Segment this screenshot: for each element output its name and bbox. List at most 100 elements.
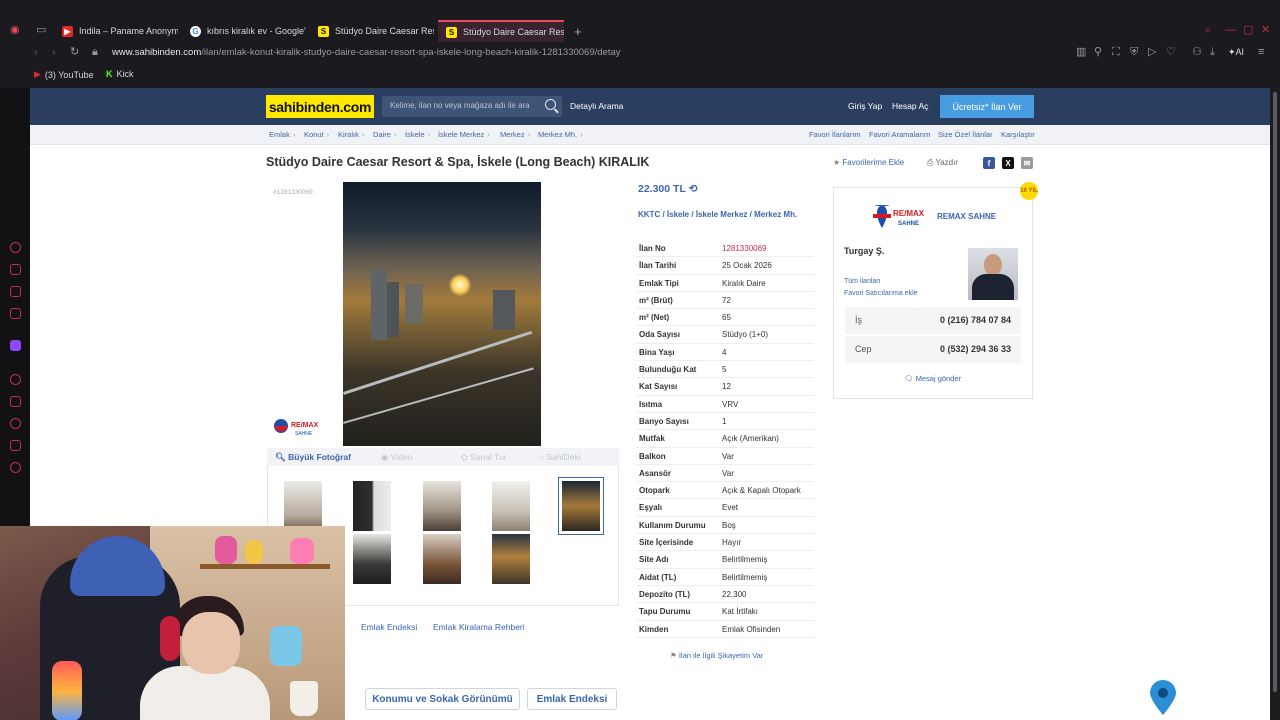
favorite-seller-link[interactable]: Favori Satıcılarıma ekle <box>844 290 918 297</box>
search-tabs-icon[interactable]: ⌕ <box>1205 25 1211 36</box>
webcam-toy <box>215 536 237 564</box>
email-share-icon[interactable]: ✉ <box>1021 157 1033 169</box>
minimize-icon[interactable]: — <box>1225 25 1236 36</box>
sidebar-pinboard-icon[interactable] <box>10 396 21 407</box>
special-listings-link[interactable]: Size Özel İlanlar <box>938 130 993 139</box>
sahibinden-icon: S <box>446 26 457 38</box>
complaint-link[interactable]: ⚑ İlan ile İlgili Şikayetim Var <box>670 651 763 660</box>
download-icon[interactable]: ⤓ <box>1210 47 1215 58</box>
sidebar-twitch-icon[interactable] <box>10 340 21 351</box>
thumbnail[interactable] <box>284 481 322 531</box>
x-icon[interactable]: X <box>1002 157 1014 169</box>
price-history-icon[interactable]: ⟲ <box>689 183 698 195</box>
search-icon[interactable] <box>545 99 556 110</box>
all-listings-link[interactable]: Tüm ilanları <box>844 278 881 285</box>
site-search-input[interactable]: Kelime, ilan no veya mağaza adı ile ara <box>382 96 562 117</box>
sidebar-player-icon[interactable] <box>10 374 21 385</box>
sidebar-bag-icon[interactable] <box>10 264 21 275</box>
favorite-listings-link[interactable]: Favori İlanlarım <box>809 130 861 139</box>
advanced-search-link[interactable]: Detaylı Arama <box>570 101 623 111</box>
big-photo-tab[interactable]: 🔍︎ Büyük Fotoğraf <box>275 452 351 463</box>
post-ad-button[interactable]: Ücretsiz* İlan Ver <box>940 95 1034 118</box>
tab-sahibinden-1[interactable]: S Stüdyo Daire Caesar Reso <box>310 20 434 42</box>
location-streetview-button[interactable]: Konumu ve Sokak Görünümü <box>365 688 520 710</box>
sidebar-history-icon[interactable] <box>10 418 21 429</box>
thumbnail[interactable] <box>423 481 461 531</box>
login-link[interactable]: Giriş Yap <box>848 101 882 111</box>
forward-icon[interactable]: › <box>52 48 56 59</box>
page-scrollbar[interactable] <box>1270 88 1280 720</box>
work-phone: İş 0 (216) 784 07 84 <box>845 307 1021 334</box>
print-link[interactable]: ⎙ Yazdır <box>927 158 958 168</box>
location-item[interactable]: İskele <box>667 210 689 219</box>
shield-icon[interactable]: ⛨ <box>1130 47 1138 58</box>
player-icon[interactable]: ▷ <box>1148 47 1156 58</box>
google-icon: G <box>190 25 201 37</box>
webcam-shelf <box>200 564 330 569</box>
phone-number[interactable]: 0 (532) 294 36 33 <box>940 344 1011 354</box>
tab-sahibinden-active[interactable]: S Stüdyo Daire Caesar Reso <box>438 20 564 42</box>
main-photo[interactable] <box>343 182 541 446</box>
office-name[interactable]: REMAX SAHNE <box>937 212 996 221</box>
add-favorite-link[interactable]: ★ Favorilerime Ekle <box>833 158 904 167</box>
thumbnail[interactable] <box>492 481 530 531</box>
thumbnail[interactable] <box>353 534 391 584</box>
thumbnail[interactable] <box>423 534 461 584</box>
thumbnail[interactable] <box>353 481 391 531</box>
maximize-icon[interactable]: ▢ <box>1243 25 1253 36</box>
breadcrumb-item[interactable]: Kiralık › <box>338 130 364 139</box>
split-view-icon[interactable]: ▥ <box>1076 47 1086 58</box>
property-row: İlan No 1281330069 <box>636 240 814 258</box>
map-pin-icon[interactable] <box>1148 680 1178 716</box>
breadcrumb-item[interactable]: Merkez Mh. › <box>538 130 583 139</box>
sidebar-mail-icon[interactable] <box>10 308 21 319</box>
phone-label: Cep <box>855 344 872 354</box>
emlak-index-button[interactable]: Emlak Endeksi <box>527 688 617 710</box>
back-icon[interactable]: ‹ <box>34 48 38 59</box>
scrollbar-thumb[interactable] <box>1273 92 1277 692</box>
heart-icon[interactable]: ♡ <box>1166 47 1176 58</box>
close-icon[interactable]: ✕ <box>1261 25 1270 36</box>
rental-guide-link[interactable]: Emlak Kiralama Rehberi <box>433 622 525 632</box>
compare-link[interactable]: Karşılaştır <box>1001 130 1035 139</box>
sidebar-ai-icon[interactable] <box>10 242 21 253</box>
remax-logo[interactable]: RE/MAX SAHNE <box>872 204 932 230</box>
register-link[interactable]: Hesap Aç <box>892 101 928 111</box>
menu-icon[interactable]: ≡ <box>1258 47 1264 58</box>
listing-id-small: #1281330069 <box>273 189 313 196</box>
bookmark-youtube[interactable]: ▶ (3) YouTube <box>34 69 94 80</box>
breadcrumb-item[interactable]: Daire › <box>373 130 396 139</box>
breadcrumb-item[interactable]: İskele Merkez › <box>438 130 490 139</box>
favorite-searches-link[interactable]: Favori Aramalarım <box>869 130 930 139</box>
snapshot-icon[interactable]: ⛶ <box>1112 47 1120 58</box>
location-item[interactable]: KKTC <box>638 210 660 219</box>
tab-youtube[interactable]: ▶ Indila – Paname Anonyme <box>54 20 178 42</box>
breadcrumb-item[interactable]: Konut › <box>304 130 329 139</box>
url-input[interactable]: www.sahibinden.com/ilan/emlak-konut-kira… <box>112 47 621 58</box>
location-item[interactable]: İskele Merkez <box>696 210 748 219</box>
facebook-icon[interactable]: f <box>983 157 995 169</box>
webcam-headphones <box>160 616 180 661</box>
reload-icon[interactable]: ↻ <box>70 47 79 58</box>
breadcrumb-item[interactable]: Emlak › <box>269 130 295 139</box>
bookmark-kick[interactable]: K Kick <box>106 69 134 79</box>
profile-icon[interactable]: ⚇ <box>1192 47 1202 58</box>
thumbnail-selected[interactable] <box>558 477 604 535</box>
send-message-button[interactable]: 🗨︎ Mesaj gönder <box>904 374 961 383</box>
sidebar-messenger-icon[interactable] <box>10 286 21 297</box>
location-item[interactable]: Merkez Mh. <box>754 210 797 219</box>
sidebar-settings-icon[interactable] <box>10 462 21 473</box>
phone-number[interactable]: 0 (216) 784 07 84 <box>940 315 1011 325</box>
thumbnail[interactable] <box>492 534 530 584</box>
ai-button[interactable]: ✦AI <box>1228 47 1244 58</box>
emlak-index-link[interactable]: Emlak Endeksi <box>361 622 417 632</box>
breadcrumb-item[interactable]: İskele › <box>405 130 430 139</box>
sidebar-extensions-icon[interactable] <box>10 440 21 451</box>
site-logo[interactable]: sahibinden.com <box>266 95 374 118</box>
tab-google[interactable]: G kıbrıs kiralık ev - Google'd <box>182 20 306 42</box>
property-key: Tapu Durumu <box>639 607 691 617</box>
property-value: 5 <box>722 365 727 375</box>
breadcrumb-item[interactable]: Merkez › <box>500 130 530 139</box>
new-tab-button[interactable]: + <box>566 20 584 42</box>
pin-icon[interactable]: ⚲ <box>1094 47 1102 58</box>
